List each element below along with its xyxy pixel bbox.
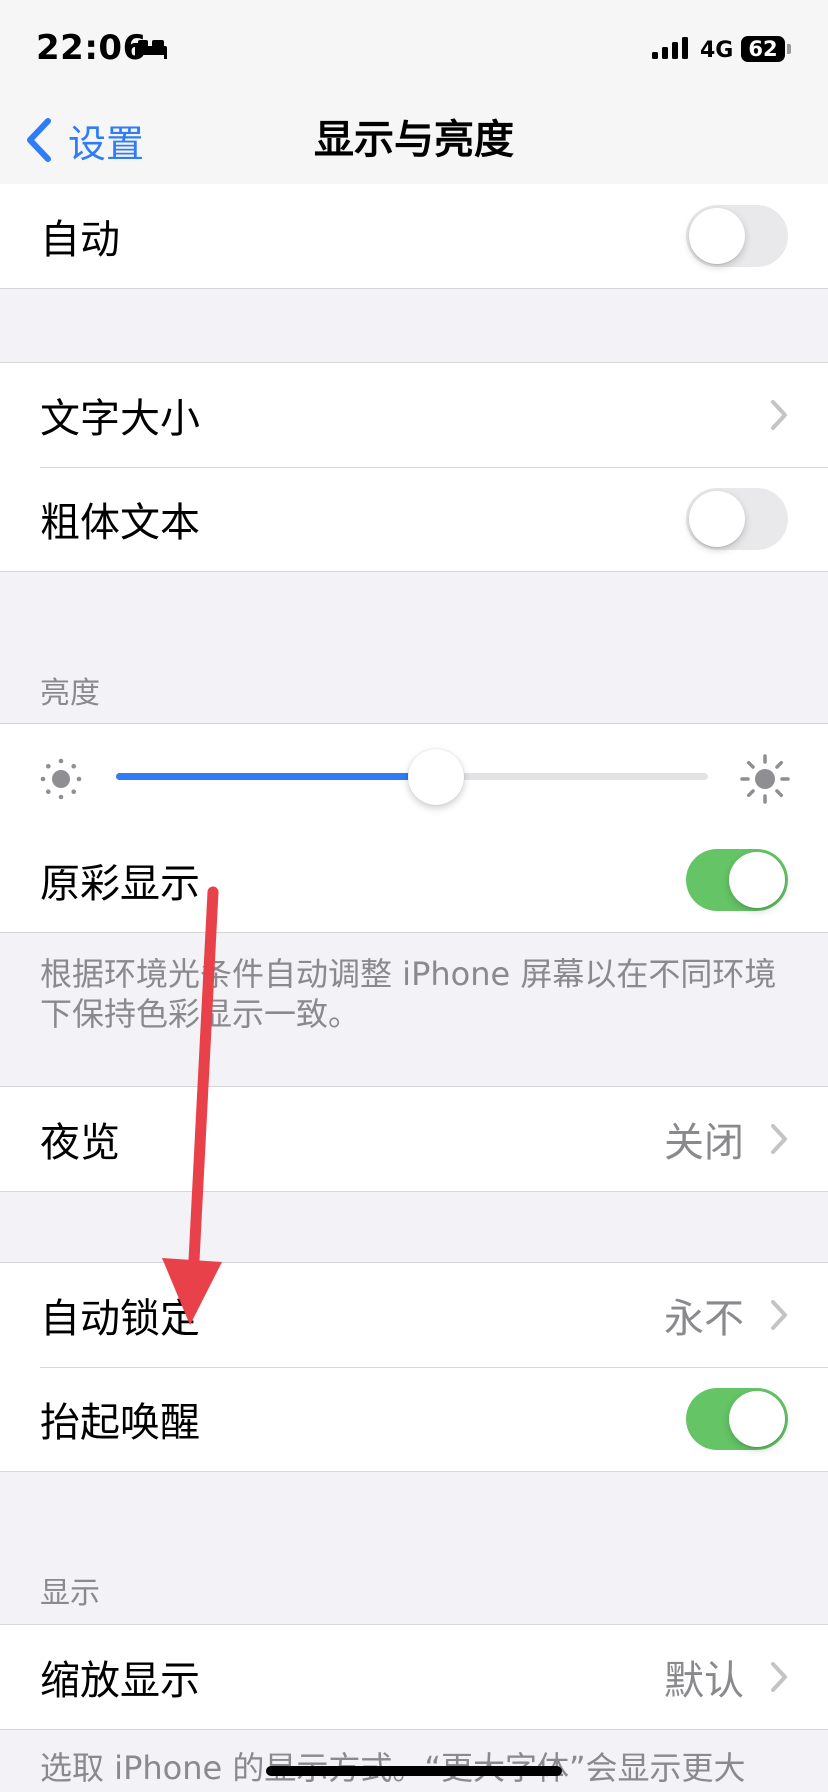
true-tone-toggle[interactable] [686, 849, 788, 911]
auto-lock-label: 自动锁定 [40, 1296, 200, 1342]
sun-large-icon [740, 754, 790, 804]
auto-lock-row[interactable]: 自动锁定 永不 [0, 1263, 828, 1367]
text-size-label: 文字大小 [40, 396, 200, 442]
home-indicator[interactable] [266, 1766, 562, 1776]
true-tone-description: 根据环境光条件自动调整 iPhone 屏幕以在不同环境下保持色彩显示一致。 [40, 955, 777, 1033]
night-shift-group: 夜览 关闭 [0, 1086, 828, 1192]
bed-icon [135, 40, 167, 59]
night-shift-row[interactable]: 夜览 关闭 [0, 1087, 828, 1191]
night-shift-label: 夜览 [40, 1120, 120, 1166]
bold-text-toggle[interactable] [686, 488, 788, 550]
raise-to-wake-row: 抬起唤醒 [0, 1367, 828, 1471]
toggle-knob [729, 852, 785, 908]
auto-toggle[interactable] [686, 205, 788, 267]
sun-small-icon [40, 758, 82, 800]
display-zoom-label: 缩放显示 [40, 1658, 200, 1704]
battery-icon: 62 [741, 36, 785, 62]
brightness-group: 原彩显示 [0, 723, 828, 933]
night-shift-value: 关闭 [664, 1120, 744, 1166]
bold-text-row: 粗体文本 [0, 467, 828, 571]
toggle-knob [689, 491, 745, 547]
auto-appearance-group: 自动 [0, 184, 828, 289]
display-zoom-row[interactable]: 缩放显示 默认 [0, 1625, 828, 1729]
true-tone-label: 原彩显示 [40, 861, 200, 907]
auto-row: 自动 [0, 184, 828, 288]
true-tone-row: 原彩显示 [0, 828, 828, 932]
display-zoom-value: 默认 [664, 1658, 744, 1704]
auto-lock-value: 永不 [664, 1296, 744, 1342]
raise-to-wake-toggle[interactable] [686, 1388, 788, 1450]
battery-cap [787, 44, 791, 54]
page-title: 显示与亮度 [314, 117, 514, 163]
brightness-slider-thumb[interactable] [407, 749, 464, 805]
brightness-header: 亮度 [40, 676, 100, 711]
bold-text-label: 粗体文本 [40, 500, 200, 546]
lock-group: 自动锁定 永不 抬起唤醒 [0, 1262, 828, 1472]
display-group: 缩放显示 默认 [0, 1624, 828, 1730]
chevron-right-icon [771, 1300, 787, 1330]
brightness-track-fill [116, 773, 436, 780]
raise-to-wake-label: 抬起唤醒 [40, 1400, 200, 1446]
brightness-slider-row [0, 724, 828, 828]
signal-icon [652, 37, 688, 59]
chevron-right-icon [771, 1124, 787, 1154]
status-time: 22:06 [36, 28, 147, 68]
display-header: 显示 [40, 1576, 100, 1611]
text-size-row[interactable]: 文字大小 [0, 363, 828, 467]
toggle-knob [689, 208, 745, 264]
network-type: 4G [700, 38, 734, 63]
chevron-right-icon [771, 400, 787, 430]
chevron-right-icon [771, 1662, 787, 1692]
navigation-bar: 设置 显示与亮度 [0, 98, 828, 185]
auto-label: 自动 [40, 217, 120, 263]
text-group: 文字大小 粗体文本 [0, 362, 828, 572]
status-bar: 22:06 4G 62 [0, 0, 828, 98]
toggle-knob [729, 1391, 785, 1447]
